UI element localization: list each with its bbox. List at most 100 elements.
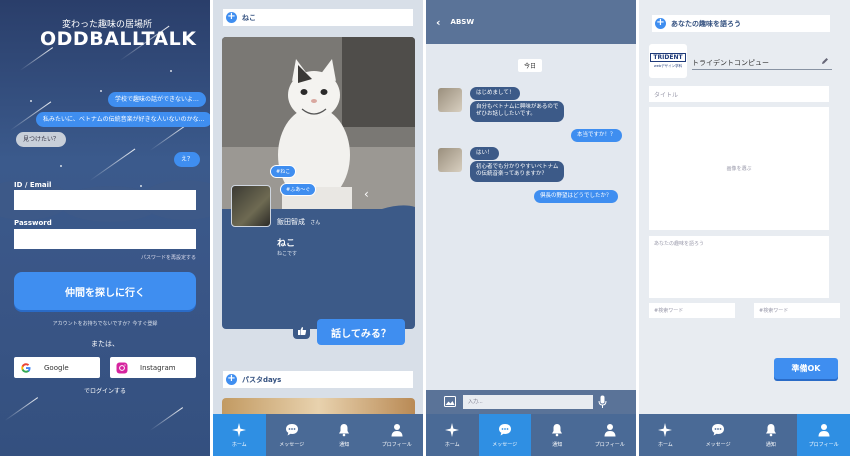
user-name-text: 飯田智成	[277, 218, 305, 226]
hashtag-pill[interactable]: #ねこ	[270, 165, 297, 178]
sparkle-icon	[232, 422, 247, 437]
nav-home[interactable]: ホーム	[213, 414, 266, 456]
person-icon	[391, 423, 403, 436]
nav-label: ホーム	[231, 441, 247, 448]
nav-home[interactable]: ホーム	[426, 414, 479, 456]
community-logo[interactable]: TRIDENT webデザイン学科	[649, 44, 687, 78]
instagram-login-button[interactable]: Instagram	[110, 357, 196, 378]
image-picker[interactable]: 画像を選ぶ	[649, 107, 829, 230]
register-link[interactable]: アカウントをお持ちでないですか？今すぐ登録	[0, 320, 210, 327]
forgot-password-link[interactable]: パスワードを再設定する	[141, 254, 196, 261]
image-picker-label: 画像を選ぶ	[726, 166, 752, 172]
nav-label: 通知	[552, 441, 563, 448]
star	[100, 90, 102, 92]
nav-messages[interactable]: メッセージ	[266, 414, 319, 456]
google-icon	[21, 362, 31, 373]
star	[140, 185, 142, 187]
nav-label: メッセージ	[705, 441, 731, 448]
like-button[interactable]	[293, 322, 310, 339]
shooting-star	[149, 124, 188, 151]
nav-label: プロフィール	[594, 441, 625, 448]
chat-title: ABSW	[450, 18, 475, 26]
instagram-label: Instagram	[140, 363, 176, 372]
section-header: + ねこ	[223, 9, 413, 26]
sparkle-icon	[445, 422, 460, 437]
chat-bubble-icon	[712, 423, 725, 435]
logo-subtext: webデザイン学科	[653, 64, 683, 68]
plus-icon[interactable]: +	[226, 374, 237, 385]
hashtag-pill[interactable]: #ふあ〜ぐ	[280, 183, 317, 196]
nav-label: メッセージ	[492, 441, 518, 448]
nav-notifications[interactable]: 通知	[745, 414, 798, 456]
underline	[692, 69, 832, 70]
user-name[interactable]: 飯田智成 さん	[277, 217, 320, 227]
date-separator: 今日	[518, 59, 543, 72]
nav-profile[interactable]: プロフィール	[584, 414, 637, 456]
story-bubble: え？	[174, 152, 201, 168]
chat-input-bar: 入力...	[426, 390, 636, 414]
nav-label: プロフィール	[381, 441, 412, 448]
google-login-button[interactable]: Google	[14, 357, 100, 378]
pencil-icon[interactable]	[821, 57, 829, 65]
community-name[interactable]: トライデントコンピュー	[692, 58, 769, 68]
pasta-photo	[222, 398, 415, 414]
section-header: + パスタdays	[223, 371, 413, 388]
submit-button[interactable]: 準備OK	[774, 358, 838, 379]
shooting-star	[4, 397, 39, 421]
story-bubble: 私みたいに、ベトナムの伝統音楽が好きな人いないのかな…	[36, 112, 210, 128]
sparkle-icon	[658, 422, 673, 437]
chat-screen: ‹ ABSW 今日 はじめまして！ 自分もベトナムに興味があるので ぜひお話しし…	[426, 0, 636, 456]
message-input[interactable]: 入力...	[463, 395, 593, 409]
chat-bubble-icon	[285, 423, 298, 435]
shooting-star	[149, 407, 184, 431]
message-bubble: 初心者でも分かりやすいベトナム の伝統音楽ってありますか？	[470, 161, 565, 182]
avatar[interactable]	[231, 185, 271, 227]
password-input[interactable]	[14, 229, 196, 249]
post-title: ねこ	[277, 239, 296, 249]
compose-screen: + あなたの趣味を語ろう TRIDENT webデザイン学科 トライデントコンピ…	[639, 0, 850, 456]
body-textarea[interactable]: あなたの趣味を語ろう	[649, 236, 829, 298]
keyword-input[interactable]: #検索ワード	[649, 303, 735, 318]
nav-label: プロフィール	[808, 441, 839, 448]
nav-label: ホーム	[657, 441, 673, 448]
nav-label: 通知	[765, 441, 776, 448]
story-bubble: 見つけたい？	[16, 132, 67, 148]
talk-button[interactable]: 話してみる？	[317, 319, 405, 345]
nav-label: 通知	[339, 441, 350, 448]
compose-header: + あなたの趣味を語ろう	[652, 15, 830, 32]
image-icon[interactable]	[444, 396, 456, 407]
shooting-star	[89, 148, 136, 181]
message-bubble: 自分もベトナムに興味があるので ぜひお話ししたいです。	[470, 101, 565, 122]
section-title: パスタdays	[242, 375, 282, 384]
id-input[interactable]	[14, 190, 196, 210]
message-bubble: 本当ですか！？	[571, 129, 622, 143]
person-icon	[818, 423, 830, 436]
password-label: Password	[14, 219, 52, 227]
or-divider: または、	[91, 340, 119, 348]
compose-title: あなたの趣味を語ろう	[671, 19, 741, 28]
back-arrow-icon[interactable]: ‹	[436, 16, 441, 29]
star	[170, 70, 172, 72]
plus-icon[interactable]: +	[226, 12, 237, 23]
microphone-icon[interactable]	[598, 395, 607, 409]
find-friends-button[interactable]: 仲間を探しに行く	[14, 272, 196, 310]
nav-messages[interactable]: メッセージ	[692, 414, 745, 456]
keyword-input[interactable]: #検索ワード	[754, 303, 840, 318]
app-logo: ODDBALLTALK	[40, 28, 197, 50]
nav-notifications[interactable]: 通知	[531, 414, 584, 456]
partner-avatar[interactable]	[438, 88, 462, 112]
instagram-icon	[116, 362, 128, 373]
partner-avatar[interactable]	[438, 148, 462, 172]
cat-photo	[222, 37, 415, 209]
nav-messages[interactable]: メッセージ	[478, 414, 531, 456]
nav-profile[interactable]: プロフィール	[797, 414, 850, 456]
cat-illustration	[222, 37, 415, 209]
post-card[interactable]: ‹ #ねこ #ふあ〜ぐ 飯田智成 さん ねこ ねこです	[222, 37, 415, 329]
title-input[interactable]: タイトル	[649, 86, 829, 102]
bell-icon	[339, 423, 350, 436]
chat-header: ‹ ABSW	[426, 0, 636, 44]
shooting-star	[19, 47, 54, 71]
nav-notifications[interactable]: 通知	[318, 414, 371, 456]
nav-home[interactable]: ホーム	[639, 414, 692, 456]
nav-profile[interactable]: プロフィール	[371, 414, 424, 456]
